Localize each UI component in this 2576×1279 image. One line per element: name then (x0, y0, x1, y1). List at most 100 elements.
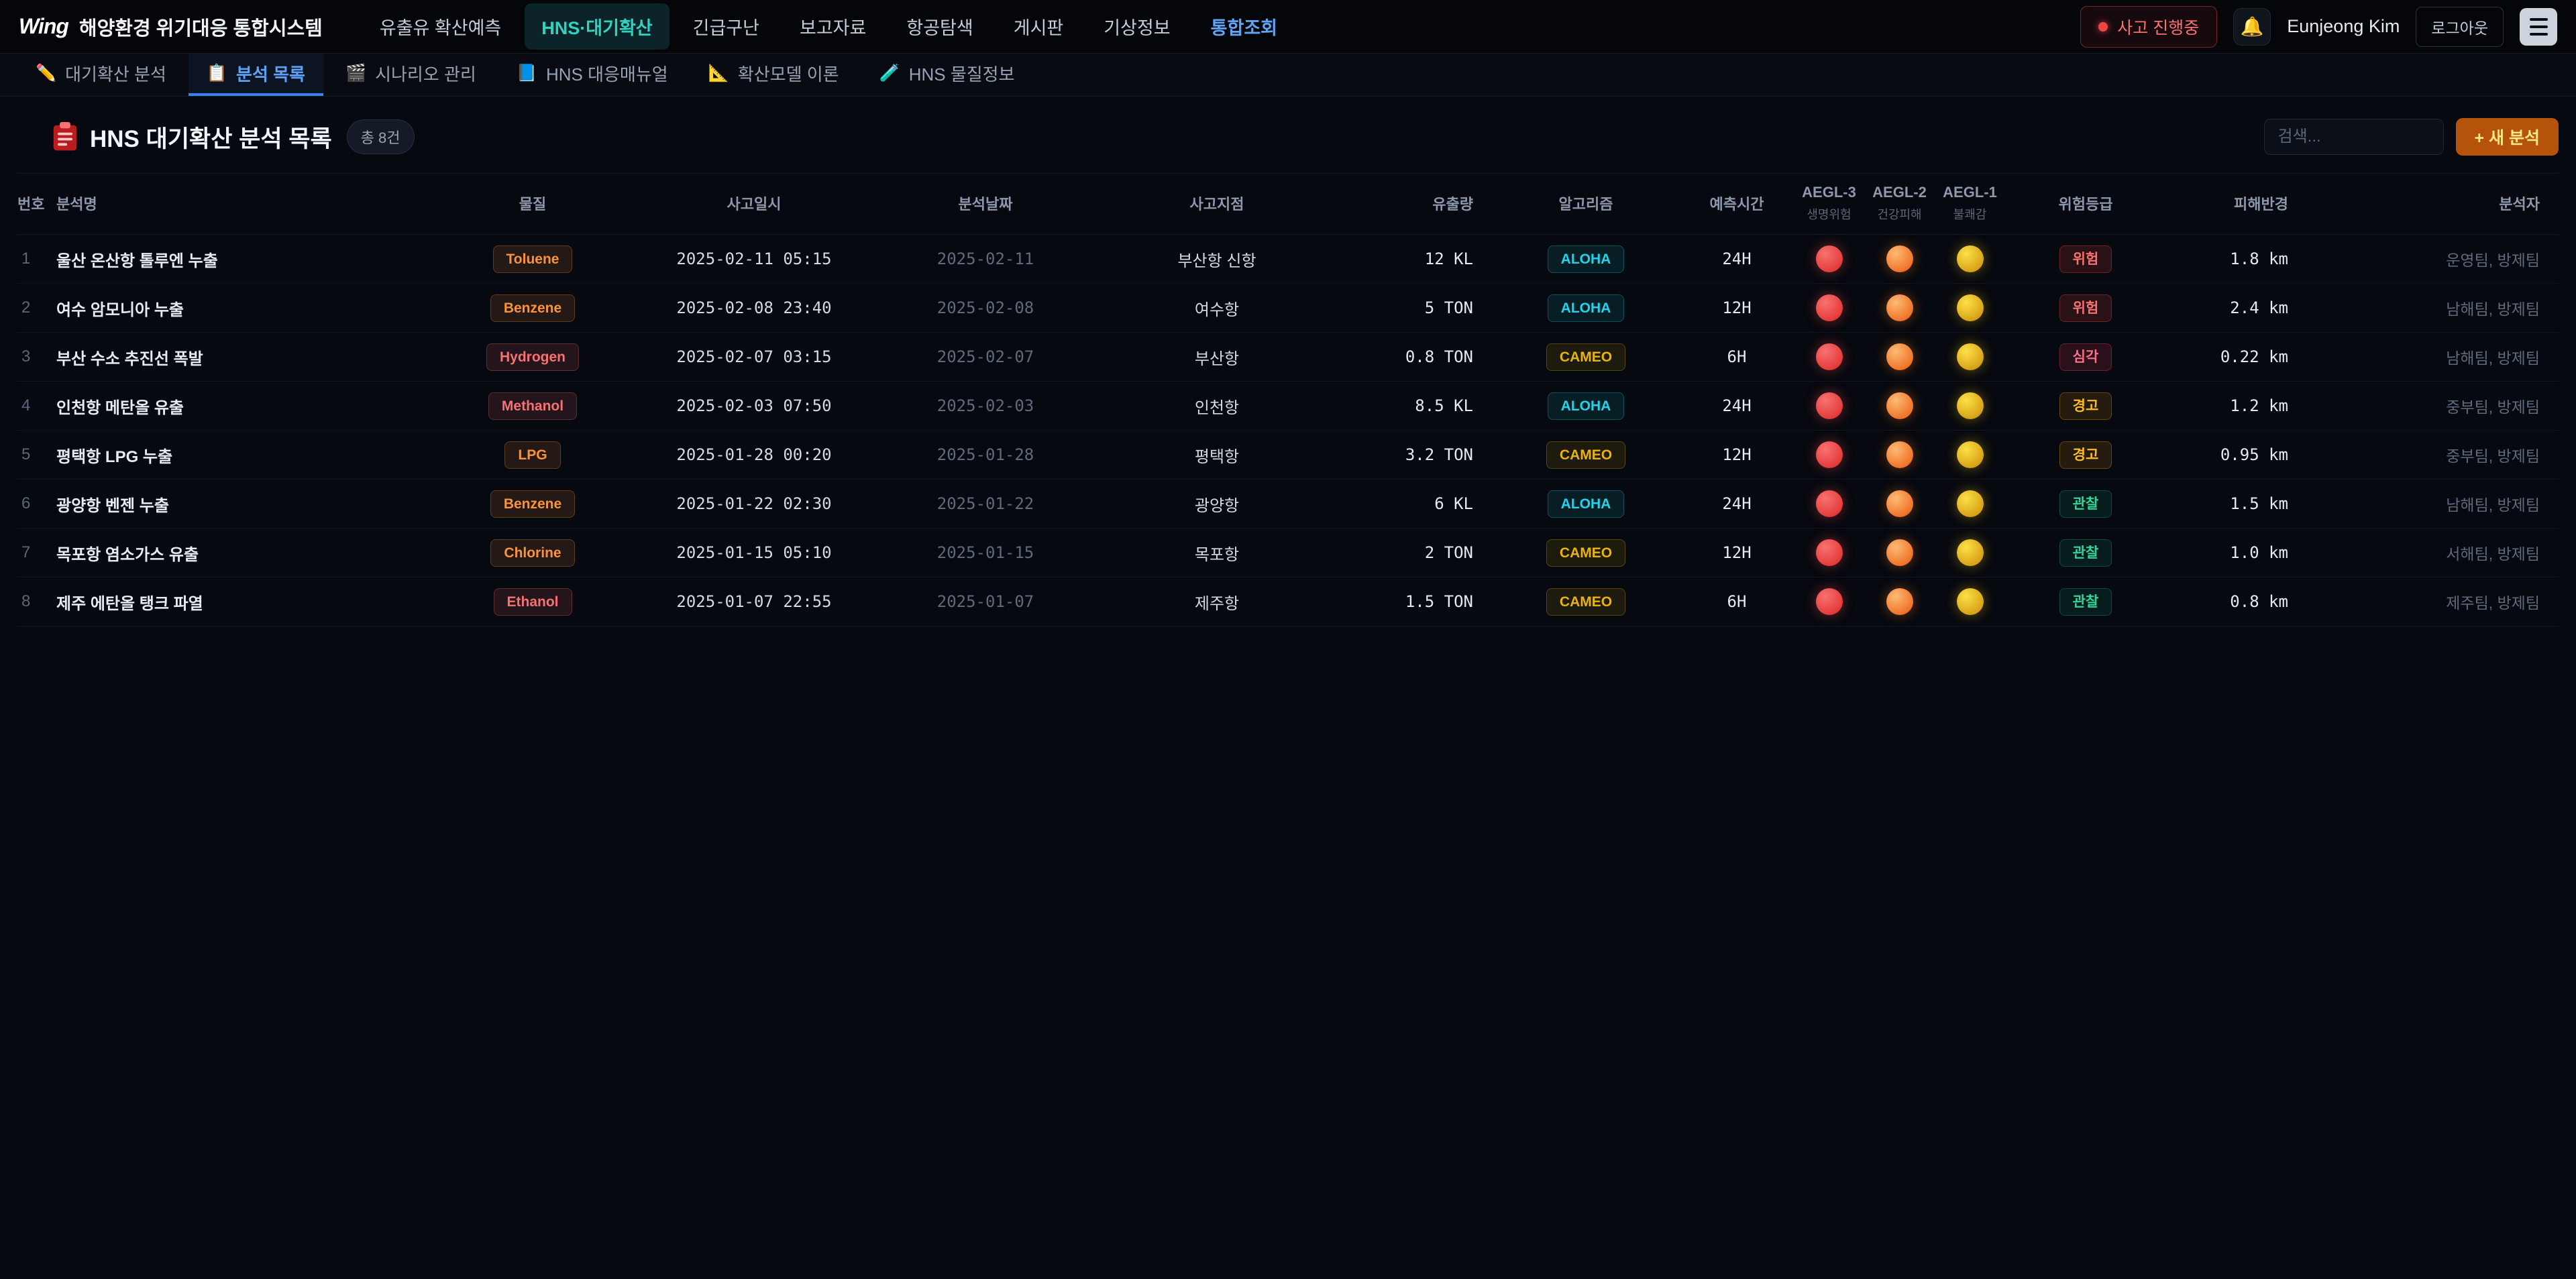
tab-analysis-list[interactable]: 📋 분석 목록 (189, 54, 323, 96)
header-aegl2: AEGL-2건강피해 (1864, 174, 1935, 235)
damage-radius: 0.8 km (2166, 577, 2307, 626)
damage-radius: 1.8 km (2166, 235, 2307, 284)
logout-button[interactable]: 로그아웃 (2416, 7, 2504, 47)
row-number: 6 (17, 480, 56, 529)
aegl3-indicator-icon (1816, 441, 1843, 468)
accident-location: 부산항 신항 (1096, 235, 1338, 284)
analysis-row[interactable]: 6광양항 벤젠 누출Benzene2025-01-22 02:302025-01… (17, 480, 2559, 529)
risk-grade-badge: 위험 (2059, 294, 2112, 322)
nav-item-emergency-rescue[interactable]: 긴급구난 (676, 3, 776, 50)
analysis-row[interactable]: 2여수 암모니아 누출Benzene2025-02-08 23:402025-0… (17, 284, 2559, 333)
nav-item-hns-diffusion[interactable]: HNS·대기확산 (525, 3, 669, 50)
substance-badge: Toluene (493, 245, 573, 273)
header-accident-datetime: 사고일시 (633, 174, 875, 235)
aegl1-indicator-icon (1957, 490, 1984, 517)
top-navigation: Wing 해양환경 위기대응 통합시스템 유출유 확산예측 HNS·대기확산 긴… (0, 0, 2576, 54)
aegl3-indicator-icon (1816, 490, 1843, 517)
forecast-duration: 6H (1680, 577, 1794, 626)
nav-item-air-search[interactable]: 항공탐색 (890, 3, 989, 50)
forecast-duration: 12H (1680, 431, 1794, 480)
analysis-name: 평택항 LPG 누출 (56, 431, 432, 480)
accident-datetime: 2025-01-15 05:10 (633, 529, 875, 577)
tab-scenario-management[interactable]: 🎬 시나리오 관리 (327, 54, 494, 96)
tab-hns-substance-info[interactable]: 🧪 HNS 물질정보 (861, 54, 1033, 96)
row-number: 8 (17, 577, 56, 626)
forecast-duration: 12H (1680, 284, 1794, 333)
analysis-row[interactable]: 7목포항 염소가스 유출Chlorine2025-01-15 05:102025… (17, 529, 2559, 577)
aegl3-indicator-icon (1816, 245, 1843, 272)
analysis-row[interactable]: 8제주 에탄올 탱크 파열 Ethanol 2025-01-07 22:552025… (17, 577, 2559, 626)
incident-status-badge[interactable]: 사고 진행중 (2080, 6, 2217, 48)
aegl1-indicator-icon (1957, 245, 1984, 272)
algorithm-badge: CAMEO (1546, 539, 1625, 567)
hamburger-menu-button[interactable] (2520, 8, 2557, 46)
tab-hns-response-manual[interactable]: 📘 HNS 대응매뉴얼 (498, 54, 686, 96)
substance-badge: Ethanol (494, 588, 572, 616)
analyst: 남해팀, 방제팀 (2307, 333, 2559, 382)
analysis-row[interactable]: 1울산 온산항 톨루엔 누출Toluene2025-02-11 05:15202… (17, 235, 2559, 284)
analysis-date: 2025-02-03 (875, 382, 1096, 431)
risk-grade-badge: 관찰 (2059, 539, 2112, 567)
analyst: 제주팀, 방제팀 (2307, 577, 2559, 626)
damage-radius: 1.5 km (2166, 480, 2307, 529)
analysis-date: 2025-01-07 (875, 577, 1096, 626)
new-analysis-button[interactable]: + 새 분석 (2456, 118, 2559, 156)
accident-datetime: 2025-01-07 22:55 (633, 577, 875, 626)
spill-amount: 6 KL (1338, 480, 1492, 529)
notification-button[interactable]: 🔔 (2233, 8, 2271, 46)
forecast-duration: 12H (1680, 529, 1794, 577)
damage-radius: 1.0 km (2166, 529, 2307, 577)
damage-radius: 2.4 km (2166, 284, 2307, 333)
aegl2-indicator-icon (1886, 343, 1913, 370)
header-algorithm: 알고리즘 (1492, 174, 1680, 235)
damage-radius: 0.22 km (2166, 333, 2307, 382)
analysis-name: 목포항 염소가스 유출 (56, 529, 432, 577)
row-number: 5 (17, 431, 56, 480)
analysis-name: 여수 암모니아 누출 (56, 284, 432, 333)
aegl1-indicator-icon (1957, 294, 1984, 321)
analysis-row[interactable]: 5평택항 LPG 누출LPG2025-01-28 00:202025-01-28… (17, 431, 2559, 480)
search-input[interactable] (2264, 119, 2444, 155)
substance-badge: LPG (504, 441, 560, 469)
nav-item-reports[interactable]: 보고자료 (783, 3, 883, 50)
tab-diffusion-analysis[interactable]: ✏️ 대기확산 분석 (17, 54, 184, 96)
tab-diffusion-model-theory[interactable]: 📐 확산모델 이론 (690, 54, 857, 96)
topnav-right: 사고 진행중 🔔 Eunjeong Kim 로그아웃 (2080, 6, 2557, 48)
nav-item-weather[interactable]: 기상정보 (1087, 3, 1187, 50)
pencil-icon: ✏️ (36, 64, 56, 83)
analyst: 남해팀, 방제팀 (2307, 284, 2559, 333)
risk-grade-badge: 경고 (2059, 392, 2112, 420)
analyst: 중부팀, 방제팀 (2307, 431, 2559, 480)
row-number: 7 (17, 529, 56, 577)
spill-amount: 5 TON (1338, 284, 1492, 333)
user-name: Eunjeong Kim (2287, 16, 2400, 37)
header-risk: 위험등급 (2005, 174, 2166, 235)
nav-item-oil-spill[interactable]: 유출유 확산예측 (363, 3, 518, 50)
analysis-row[interactable]: 4인천항 메탄올 유출Methanol2025-02-03 07:502025-… (17, 382, 2559, 431)
header-no: 번호 (17, 174, 56, 235)
analysis-name: 제주 에탄올 탱크 파열 (56, 577, 432, 626)
risk-grade-badge: 관찰 (2059, 588, 2112, 616)
analysis-date: 2025-01-28 (875, 431, 1096, 480)
main-menu: 유출유 확산예측 HNS·대기확산 긴급구난 보고자료 항공탐색 게시판 기상정… (363, 3, 1294, 50)
manual-book-icon: 📘 (517, 64, 537, 83)
header-analysis-date: 분석날짜 (875, 174, 1096, 235)
aegl1-indicator-icon (1957, 539, 1984, 566)
row-number: 1 (17, 235, 56, 284)
damage-radius: 1.2 km (2166, 382, 2307, 431)
accident-datetime: 2025-02-07 03:15 (633, 333, 875, 382)
aegl1-indicator-icon (1957, 392, 1984, 419)
analysis-row[interactable]: 3부산 수소 추진선 폭발Hydrogen2025-02-07 03:15202… (17, 333, 2559, 382)
algorithm-badge: CAMEO (1546, 441, 1625, 469)
aegl2-indicator-icon (1886, 294, 1913, 321)
nav-item-board[interactable]: 게시판 (997, 3, 1081, 50)
algorithm-badge: CAMEO (1546, 343, 1625, 371)
risk-grade-badge: 관찰 (2059, 490, 2112, 518)
analysis-date: 2025-01-22 (875, 480, 1096, 529)
analysis-date: 2025-02-07 (875, 333, 1096, 382)
header-duration: 예측시간 (1680, 174, 1794, 235)
table-header-row: 번호 분석명 물질 사고일시 분석날짜 사고지점 유출량 알고리즘 예측시간 A… (17, 174, 2559, 235)
nav-item-integrated-search[interactable]: 통합조회 (1194, 3, 1294, 50)
analysis-date: 2025-01-15 (875, 529, 1096, 577)
aegl3-indicator-icon (1816, 343, 1843, 370)
